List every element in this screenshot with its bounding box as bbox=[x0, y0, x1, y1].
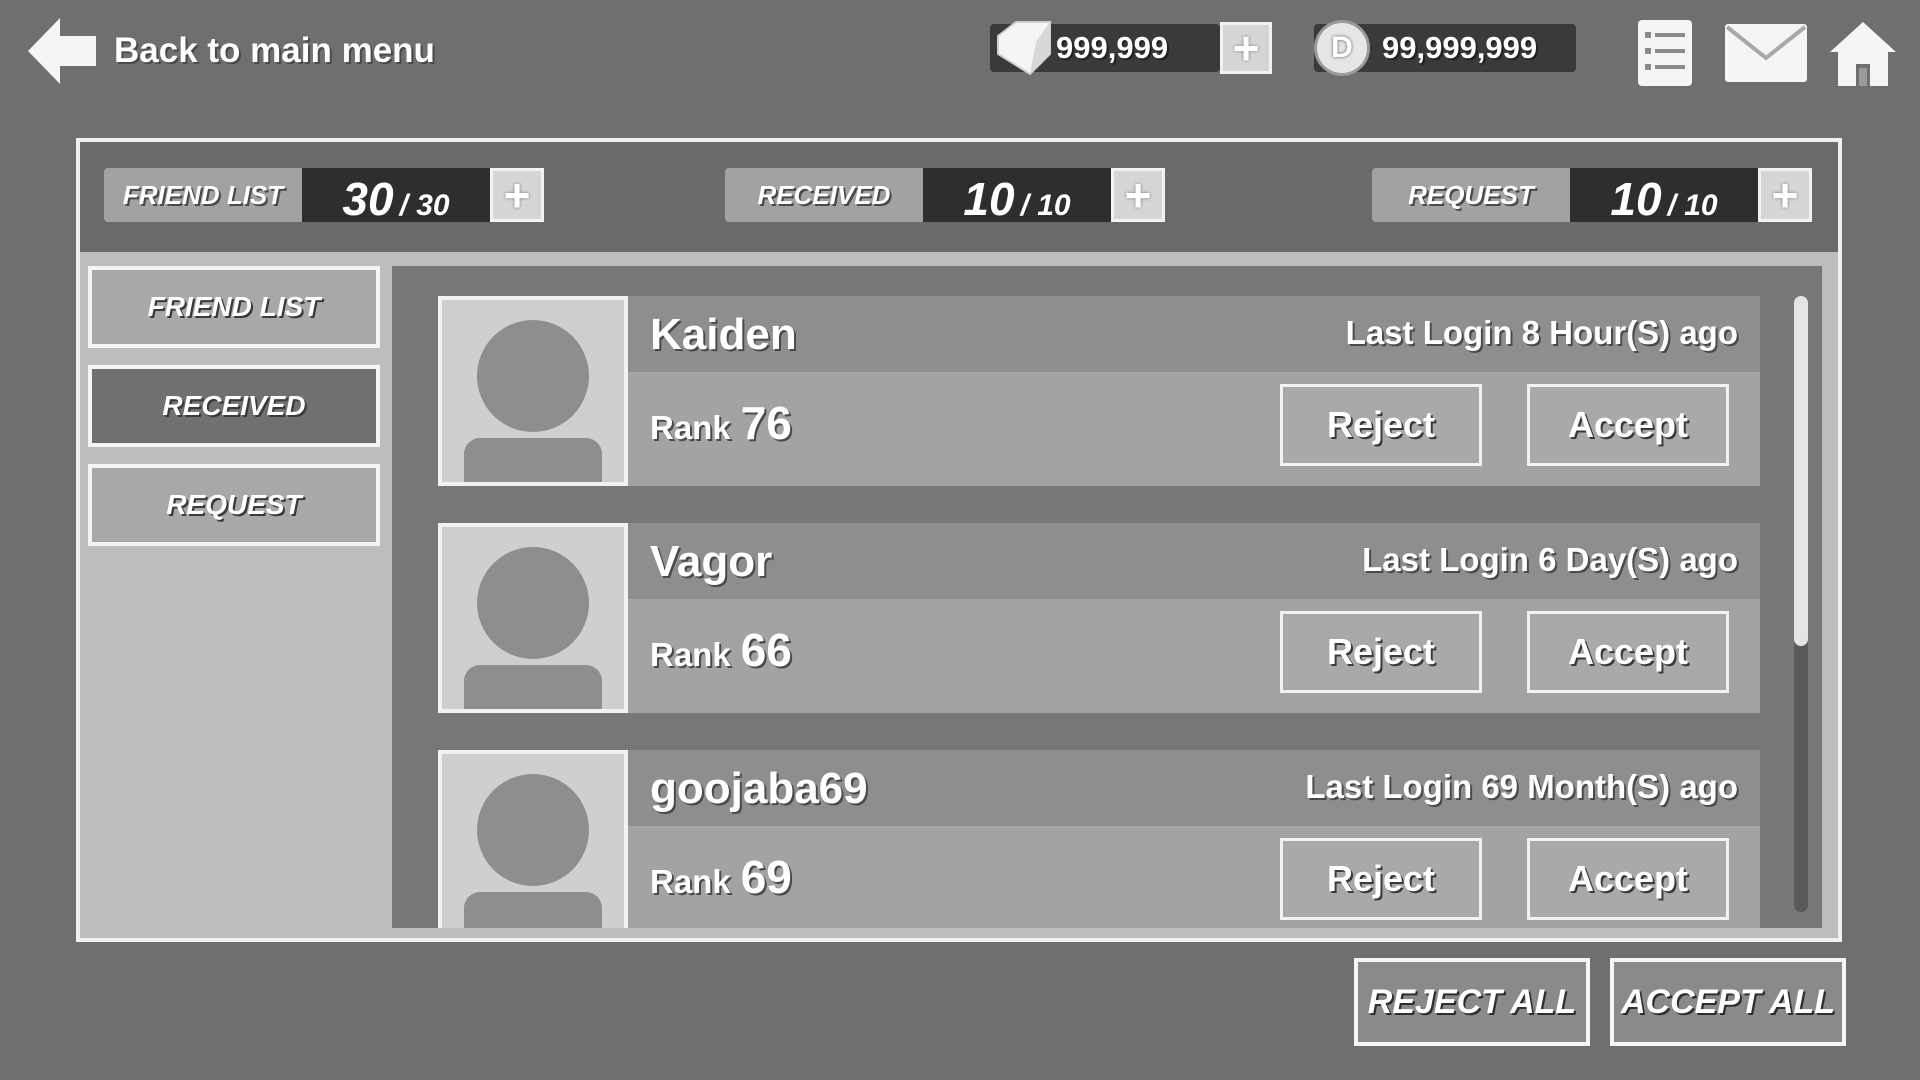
list-item: Vagor Last Login 6 Day(S) ago Rank 66 Re… bbox=[438, 523, 1760, 713]
mail-icon[interactable] bbox=[1725, 24, 1807, 82]
avatar bbox=[438, 750, 628, 928]
card-header: goojaba69 Last Login 69 Month(S) ago bbox=[628, 750, 1760, 826]
list-item: goojaba69 Last Login 69 Month(S) ago Ran… bbox=[438, 750, 1760, 928]
sidebar-tab-received[interactable]: RECEIVED bbox=[88, 365, 380, 447]
card-header: Vagor Last Login 6 Day(S) ago bbox=[628, 523, 1760, 599]
scrollbar[interactable] bbox=[1794, 296, 1808, 912]
stat-label: REQUEST bbox=[1372, 168, 1570, 222]
rank-value: 69 bbox=[740, 851, 792, 903]
stat-count: 10 bbox=[1610, 173, 1662, 225]
card-body: Rank 66 Reject Accept bbox=[628, 599, 1760, 713]
reject-button[interactable]: Reject bbox=[1280, 838, 1482, 920]
accept-all-button[interactable]: ACCEPT ALL bbox=[1610, 958, 1846, 1046]
rank: Rank 69 bbox=[650, 850, 792, 904]
player-name: Vagor bbox=[650, 537, 773, 586]
stat-value: 30 / 30 bbox=[302, 168, 490, 225]
stat-label: FRIEND LIST bbox=[104, 168, 302, 222]
player-name: Kaiden bbox=[650, 310, 797, 359]
content-area: FRIEND LIST RECEIVED REQUEST Kaiden Last… bbox=[80, 252, 1838, 938]
last-login: Last Login 8 Hour(S) ago bbox=[1345, 314, 1738, 351]
add-gems-button[interactable]: + bbox=[1220, 22, 1272, 74]
rank-value: 76 bbox=[740, 397, 792, 449]
stat-count: 30 bbox=[342, 173, 394, 225]
stat-max: / 10 bbox=[1667, 189, 1718, 222]
coin-icon: D bbox=[1314, 20, 1370, 76]
avatar-placeholder-icon bbox=[464, 320, 602, 482]
coin-currency: D 99,999,999 bbox=[1314, 20, 1576, 76]
friends-panel: FRIEND LIST 30 / 30 + RECEIVED 10 / 10 +… bbox=[76, 138, 1842, 942]
add-request-slots-button[interactable]: + bbox=[1758, 168, 1812, 222]
avatar bbox=[438, 296, 628, 486]
stat-friend-list: FRIEND LIST 30 / 30 + bbox=[104, 168, 544, 225]
stat-max: / 10 bbox=[1020, 189, 1071, 222]
stat-max: / 30 bbox=[399, 189, 450, 222]
card-header: Kaiden Last Login 8 Hour(S) ago bbox=[628, 296, 1760, 372]
player-name: goojaba69 bbox=[650, 764, 868, 813]
reject-all-button[interactable]: REJECT ALL bbox=[1354, 958, 1590, 1046]
stats-bar: FRIEND LIST 30 / 30 + RECEIVED 10 / 10 +… bbox=[80, 142, 1838, 252]
last-login: Last Login 6 Day(S) ago bbox=[1362, 541, 1738, 578]
avatar bbox=[438, 523, 628, 713]
accept-button[interactable]: Accept bbox=[1527, 611, 1729, 693]
last-login: Last Login 69 Month(S) ago bbox=[1305, 768, 1738, 805]
stat-value: 10 / 10 bbox=[1570, 168, 1758, 225]
accept-button[interactable]: Accept bbox=[1527, 838, 1729, 920]
rank: Rank 76 bbox=[650, 396, 792, 450]
avatar-placeholder-icon bbox=[464, 774, 602, 928]
stat-count: 10 bbox=[963, 173, 1015, 225]
back-to-main-menu-button[interactable]: Back to main menu bbox=[28, 18, 435, 84]
back-arrow-icon bbox=[28, 18, 96, 84]
request-list[interactable]: Kaiden Last Login 8 Hour(S) ago Rank 76 … bbox=[392, 266, 1822, 928]
rank: Rank 66 bbox=[650, 623, 792, 677]
stat-value: 10 / 10 bbox=[923, 168, 1111, 225]
rank-label: Rank bbox=[650, 409, 731, 446]
stat-received: RECEIVED 10 / 10 + bbox=[725, 168, 1165, 225]
add-friend-slots-button[interactable]: + bbox=[490, 168, 544, 222]
stat-request: REQUEST 10 / 10 + bbox=[1372, 168, 1812, 225]
back-label: Back to main menu bbox=[114, 31, 435, 70]
rank-label: Rank bbox=[650, 863, 731, 900]
accept-button[interactable]: Accept bbox=[1527, 384, 1729, 466]
card-body: Rank 76 Reject Accept bbox=[628, 372, 1760, 486]
list-item: Kaiden Last Login 8 Hour(S) ago Rank 76 … bbox=[438, 296, 1760, 486]
home-icon[interactable] bbox=[1830, 22, 1896, 86]
gem-icon bbox=[997, 21, 1051, 76]
add-received-slots-button[interactable]: + bbox=[1111, 168, 1165, 222]
checklist-icon[interactable] bbox=[1638, 20, 1692, 86]
stat-label: RECEIVED bbox=[725, 168, 923, 222]
card-body: Rank 69 Reject Accept bbox=[628, 826, 1760, 928]
rank-label: Rank bbox=[650, 636, 731, 673]
rank-value: 66 bbox=[740, 624, 792, 676]
sidebar-tab-friend-list[interactable]: FRIEND LIST bbox=[88, 266, 380, 348]
reject-button[interactable]: Reject bbox=[1280, 384, 1482, 466]
scrollbar-thumb[interactable] bbox=[1794, 296, 1808, 646]
reject-button[interactable]: Reject bbox=[1280, 611, 1482, 693]
avatar-placeholder-icon bbox=[464, 547, 602, 709]
gem-currency: 999,999 + bbox=[990, 21, 1272, 76]
sidebar-tab-request[interactable]: REQUEST bbox=[88, 464, 380, 546]
